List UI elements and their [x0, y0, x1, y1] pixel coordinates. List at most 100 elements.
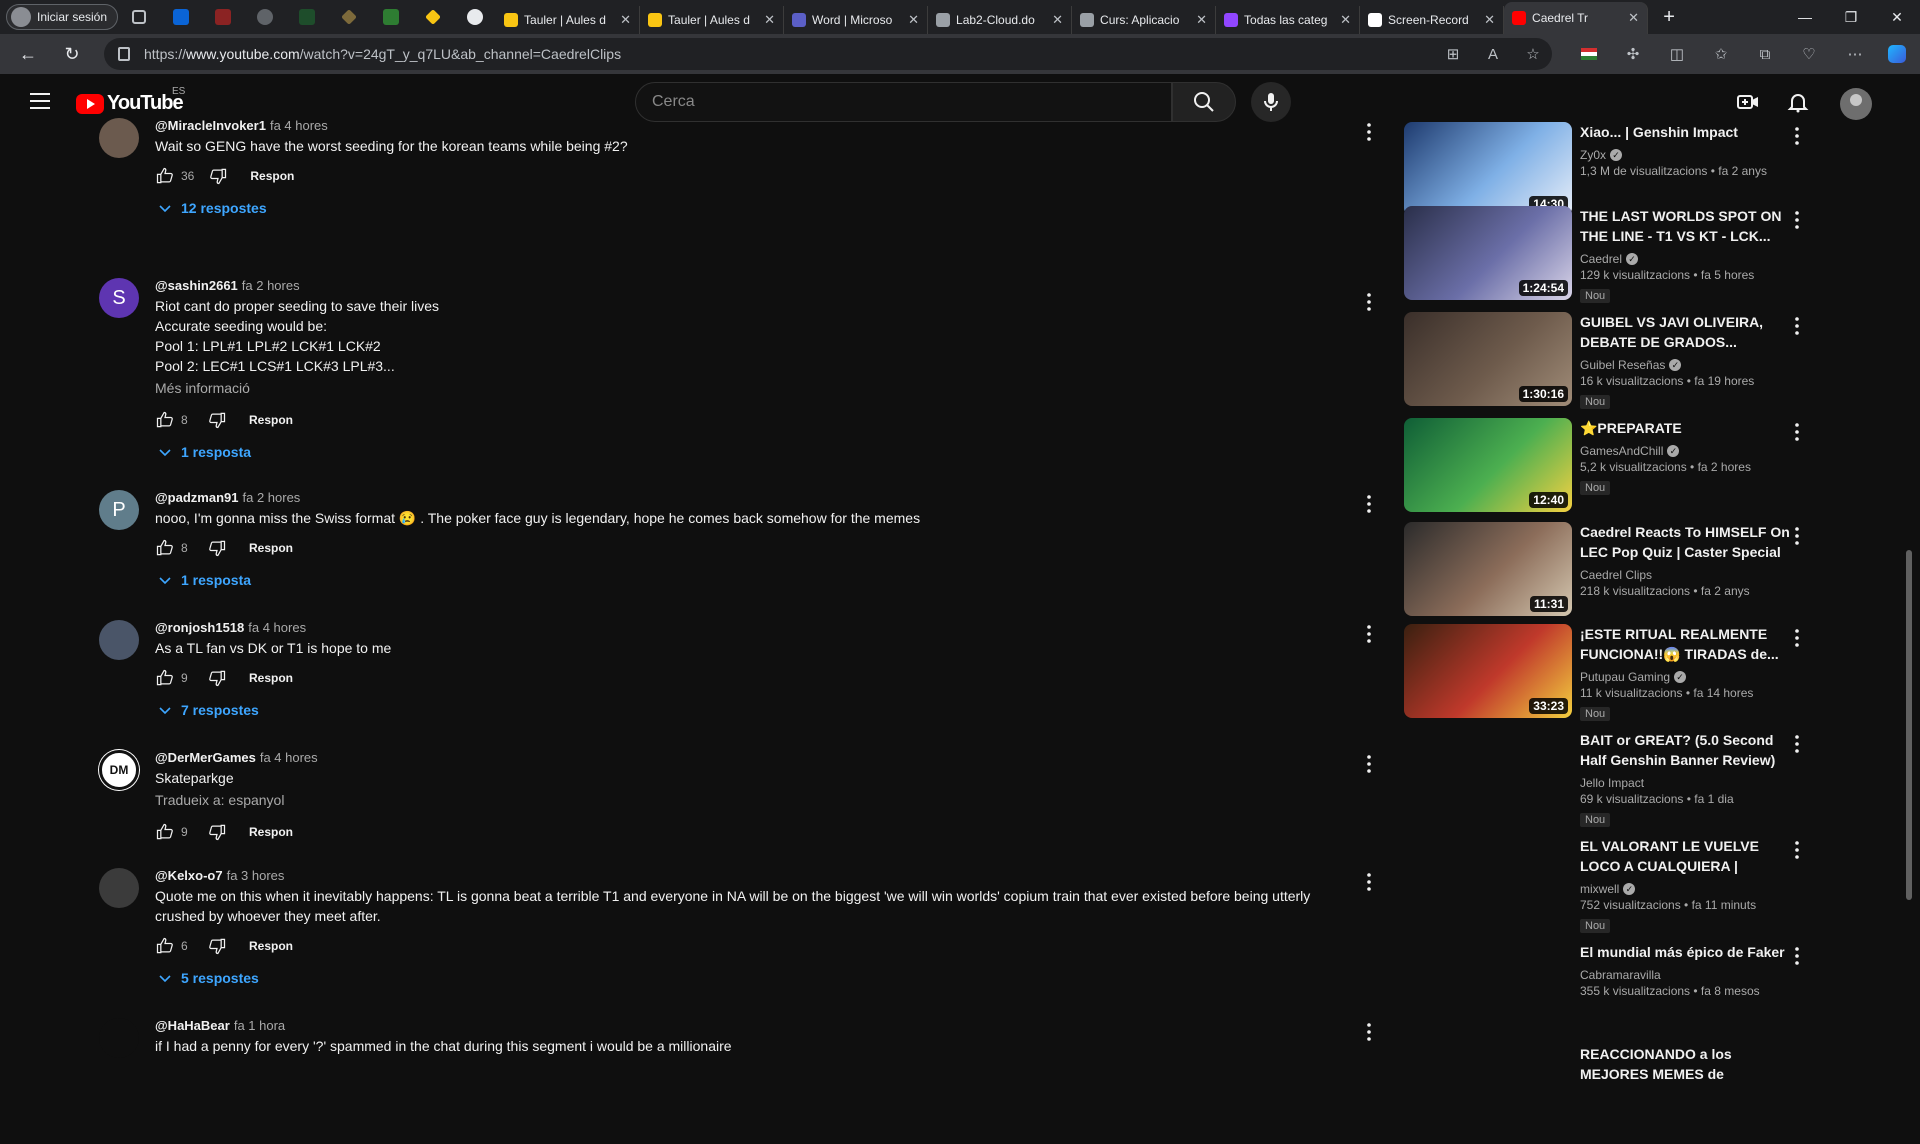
- video-title[interactable]: EL VALORANT LE VUELVE LOCO A CUALQUIERA …: [1580, 836, 1790, 876]
- dislike-icon[interactable]: [207, 538, 227, 558]
- pinned-tab-7[interactable]: [412, 4, 454, 30]
- voice-search-button[interactable]: [1251, 82, 1291, 122]
- reply-button[interactable]: Respon: [249, 939, 293, 953]
- close-window-button[interactable]: ✕: [1874, 0, 1920, 34]
- browser-tab[interactable]: Caedrel Tr ✕: [1504, 2, 1649, 34]
- comment-more-icon[interactable]: [1357, 622, 1381, 646]
- address-bar[interactable]: https://www.youtube.com/watch?v=24gT_y_q…: [104, 38, 1552, 70]
- video-thumbnail[interactable]: 33:23: [1404, 624, 1572, 718]
- like-icon[interactable]: [155, 410, 175, 430]
- split-screen-icon[interactable]: ◫: [1668, 45, 1686, 63]
- page-scrollbar[interactable]: [1904, 130, 1914, 1074]
- read-aloud-icon[interactable]: A: [1484, 45, 1502, 63]
- video-title[interactable]: ⭐PREPARATE: [1580, 418, 1790, 438]
- video-more-icon[interactable]: [1785, 838, 1809, 862]
- dislike-icon[interactable]: [207, 822, 227, 842]
- like-icon[interactable]: [155, 936, 175, 956]
- restore-button[interactable]: ❐: [1828, 0, 1874, 34]
- app-available-icon[interactable]: ⊞: [1444, 45, 1462, 63]
- video-more-icon[interactable]: [1785, 626, 1809, 650]
- pinned-tab-6[interactable]: [370, 4, 412, 30]
- comment-author[interactable]: @padzman91: [155, 490, 238, 505]
- commenter-avatar[interactable]: S: [99, 278, 139, 318]
- comment-read-more[interactable]: Tradueix a: espanyol: [155, 792, 1315, 812]
- reply-button[interactable]: Respon: [249, 825, 293, 839]
- tab-close-icon[interactable]: ✕: [764, 12, 775, 28]
- comment-more-icon[interactable]: [1357, 120, 1381, 144]
- video-channel[interactable]: Jello Impact: [1580, 774, 1790, 792]
- video-more-icon[interactable]: [1785, 732, 1809, 756]
- dislike-icon[interactable]: [207, 936, 227, 956]
- settings-more-icon[interactable]: ⋯: [1846, 45, 1864, 63]
- create-video-icon[interactable]: [1736, 90, 1760, 114]
- video-title[interactable]: Caedrel Reacts To HIMSELF On LEC Pop Qui…: [1580, 522, 1790, 562]
- tab-close-icon[interactable]: ✕: [620, 12, 631, 28]
- scrollbar-thumb[interactable]: [1906, 550, 1912, 900]
- comment-time[interactable]: fa 4 hores: [248, 620, 306, 635]
- pinned-tab-chatgpt[interactable]: [454, 4, 496, 30]
- browser-tab[interactable]: Tauler | Aules d ✕: [496, 6, 641, 34]
- new-tab-button[interactable]: +: [1652, 6, 1686, 29]
- recommended-video[interactable]: REACCIONANDO a los MEJORES MEMES de GENS…: [1404, 1044, 1814, 1144]
- video-more-icon[interactable]: [1785, 314, 1809, 338]
- view-replies-button[interactable]: 12 respostes: [159, 200, 267, 216]
- video-channel[interactable]: Zy0x ✓: [1580, 146, 1790, 164]
- browser-profile-button[interactable]: Iniciar sesión: [6, 4, 119, 30]
- dislike-icon[interactable]: [207, 410, 227, 430]
- video-channel[interactable]: Caedrel ✓: [1580, 250, 1790, 268]
- comment-more-icon[interactable]: [1357, 492, 1381, 516]
- dislike-icon[interactable]: [208, 166, 228, 186]
- notifications-bell-icon[interactable]: [1786, 90, 1810, 114]
- reply-button[interactable]: Respon: [249, 413, 293, 427]
- reply-button[interactable]: Respon: [250, 169, 294, 183]
- video-channel[interactable]: Cabramaravilla: [1580, 966, 1790, 984]
- pinned-tab-4[interactable]: [286, 4, 328, 30]
- tab-close-icon[interactable]: ✕: [908, 12, 919, 28]
- tab-close-icon[interactable]: ✕: [1052, 12, 1063, 28]
- comment-more-icon[interactable]: [1357, 870, 1381, 894]
- pinned-tab-3[interactable]: [244, 4, 286, 30]
- comment-time[interactable]: fa 4 hores: [260, 750, 318, 765]
- dislike-icon[interactable]: [207, 668, 227, 688]
- video-more-icon[interactable]: [1785, 124, 1809, 148]
- comment-author[interactable]: @Kelxo-o7: [155, 868, 223, 883]
- reply-button[interactable]: Respon: [249, 671, 293, 685]
- flag-extension-icon[interactable]: [1580, 45, 1598, 63]
- video-thumbnail[interactable]: 1:30:16: [1404, 312, 1572, 406]
- like-icon[interactable]: [155, 822, 175, 842]
- tab-close-icon[interactable]: ✕: [1196, 12, 1207, 28]
- recommended-video[interactable]: BAIT or GREAT? (5.0 Second Half Genshin …: [1404, 730, 1814, 830]
- like-icon[interactable]: [155, 668, 175, 688]
- favorites-icon[interactable]: ✩: [1712, 45, 1730, 63]
- comment-time[interactable]: fa 2 hores: [242, 490, 300, 505]
- extensions-icon[interactable]: ✣: [1624, 45, 1642, 63]
- commenter-avatar[interactable]: P: [99, 490, 139, 530]
- comment-time[interactable]: fa 2 hores: [242, 278, 300, 293]
- commenter-avatar[interactable]: [99, 118, 139, 158]
- pinned-tab-2[interactable]: [202, 4, 244, 30]
- comment-author[interactable]: @HaHaBear: [155, 1018, 230, 1033]
- browser-tab[interactable]: Screen-Record ✕: [1360, 6, 1505, 34]
- video-title[interactable]: GUIBEL VS JAVI OLIVEIRA, DEBATE DE GRADO…: [1580, 312, 1790, 352]
- video-title[interactable]: BAIT or GREAT? (5.0 Second Half Genshin …: [1580, 730, 1790, 770]
- video-channel[interactable]: mixwell ✓: [1580, 880, 1790, 898]
- comment-more-icon[interactable]: [1357, 1020, 1381, 1044]
- video-thumbnail[interactable]: 1:24:54: [1404, 206, 1572, 300]
- like-icon[interactable]: [155, 538, 175, 558]
- comment-time[interactable]: fa 4 hores: [270, 118, 328, 133]
- recommended-video[interactable]: 1:24:54 THE LAST WORLDS SPOT ON THE LINE…: [1404, 206, 1814, 306]
- video-more-icon[interactable]: [1785, 944, 1809, 968]
- comment-read-more[interactable]: Més informació: [155, 380, 1315, 400]
- commenter-avatar[interactable]: [99, 1018, 139, 1058]
- youtube-logo[interactable]: YouTube ES: [76, 86, 185, 115]
- commenter-avatar[interactable]: [99, 868, 139, 908]
- comment-more-icon[interactable]: [1357, 752, 1381, 776]
- copilot-icon[interactable]: [1888, 45, 1906, 63]
- video-title[interactable]: El mundial más épico de Faker: [1580, 942, 1790, 962]
- recommended-video[interactable]: 11:31 Caedrel Reacts To HIMSELF On LEC P…: [1404, 522, 1814, 622]
- comment-time[interactable]: fa 1 hora: [234, 1018, 285, 1033]
- back-button[interactable]: ←: [14, 42, 42, 66]
- video-title[interactable]: Xiao... | Genshin Impact: [1580, 122, 1790, 142]
- browser-tab[interactable]: Todas las categ ✕: [1216, 6, 1361, 34]
- comment-author[interactable]: @ronjosh1518: [155, 620, 244, 635]
